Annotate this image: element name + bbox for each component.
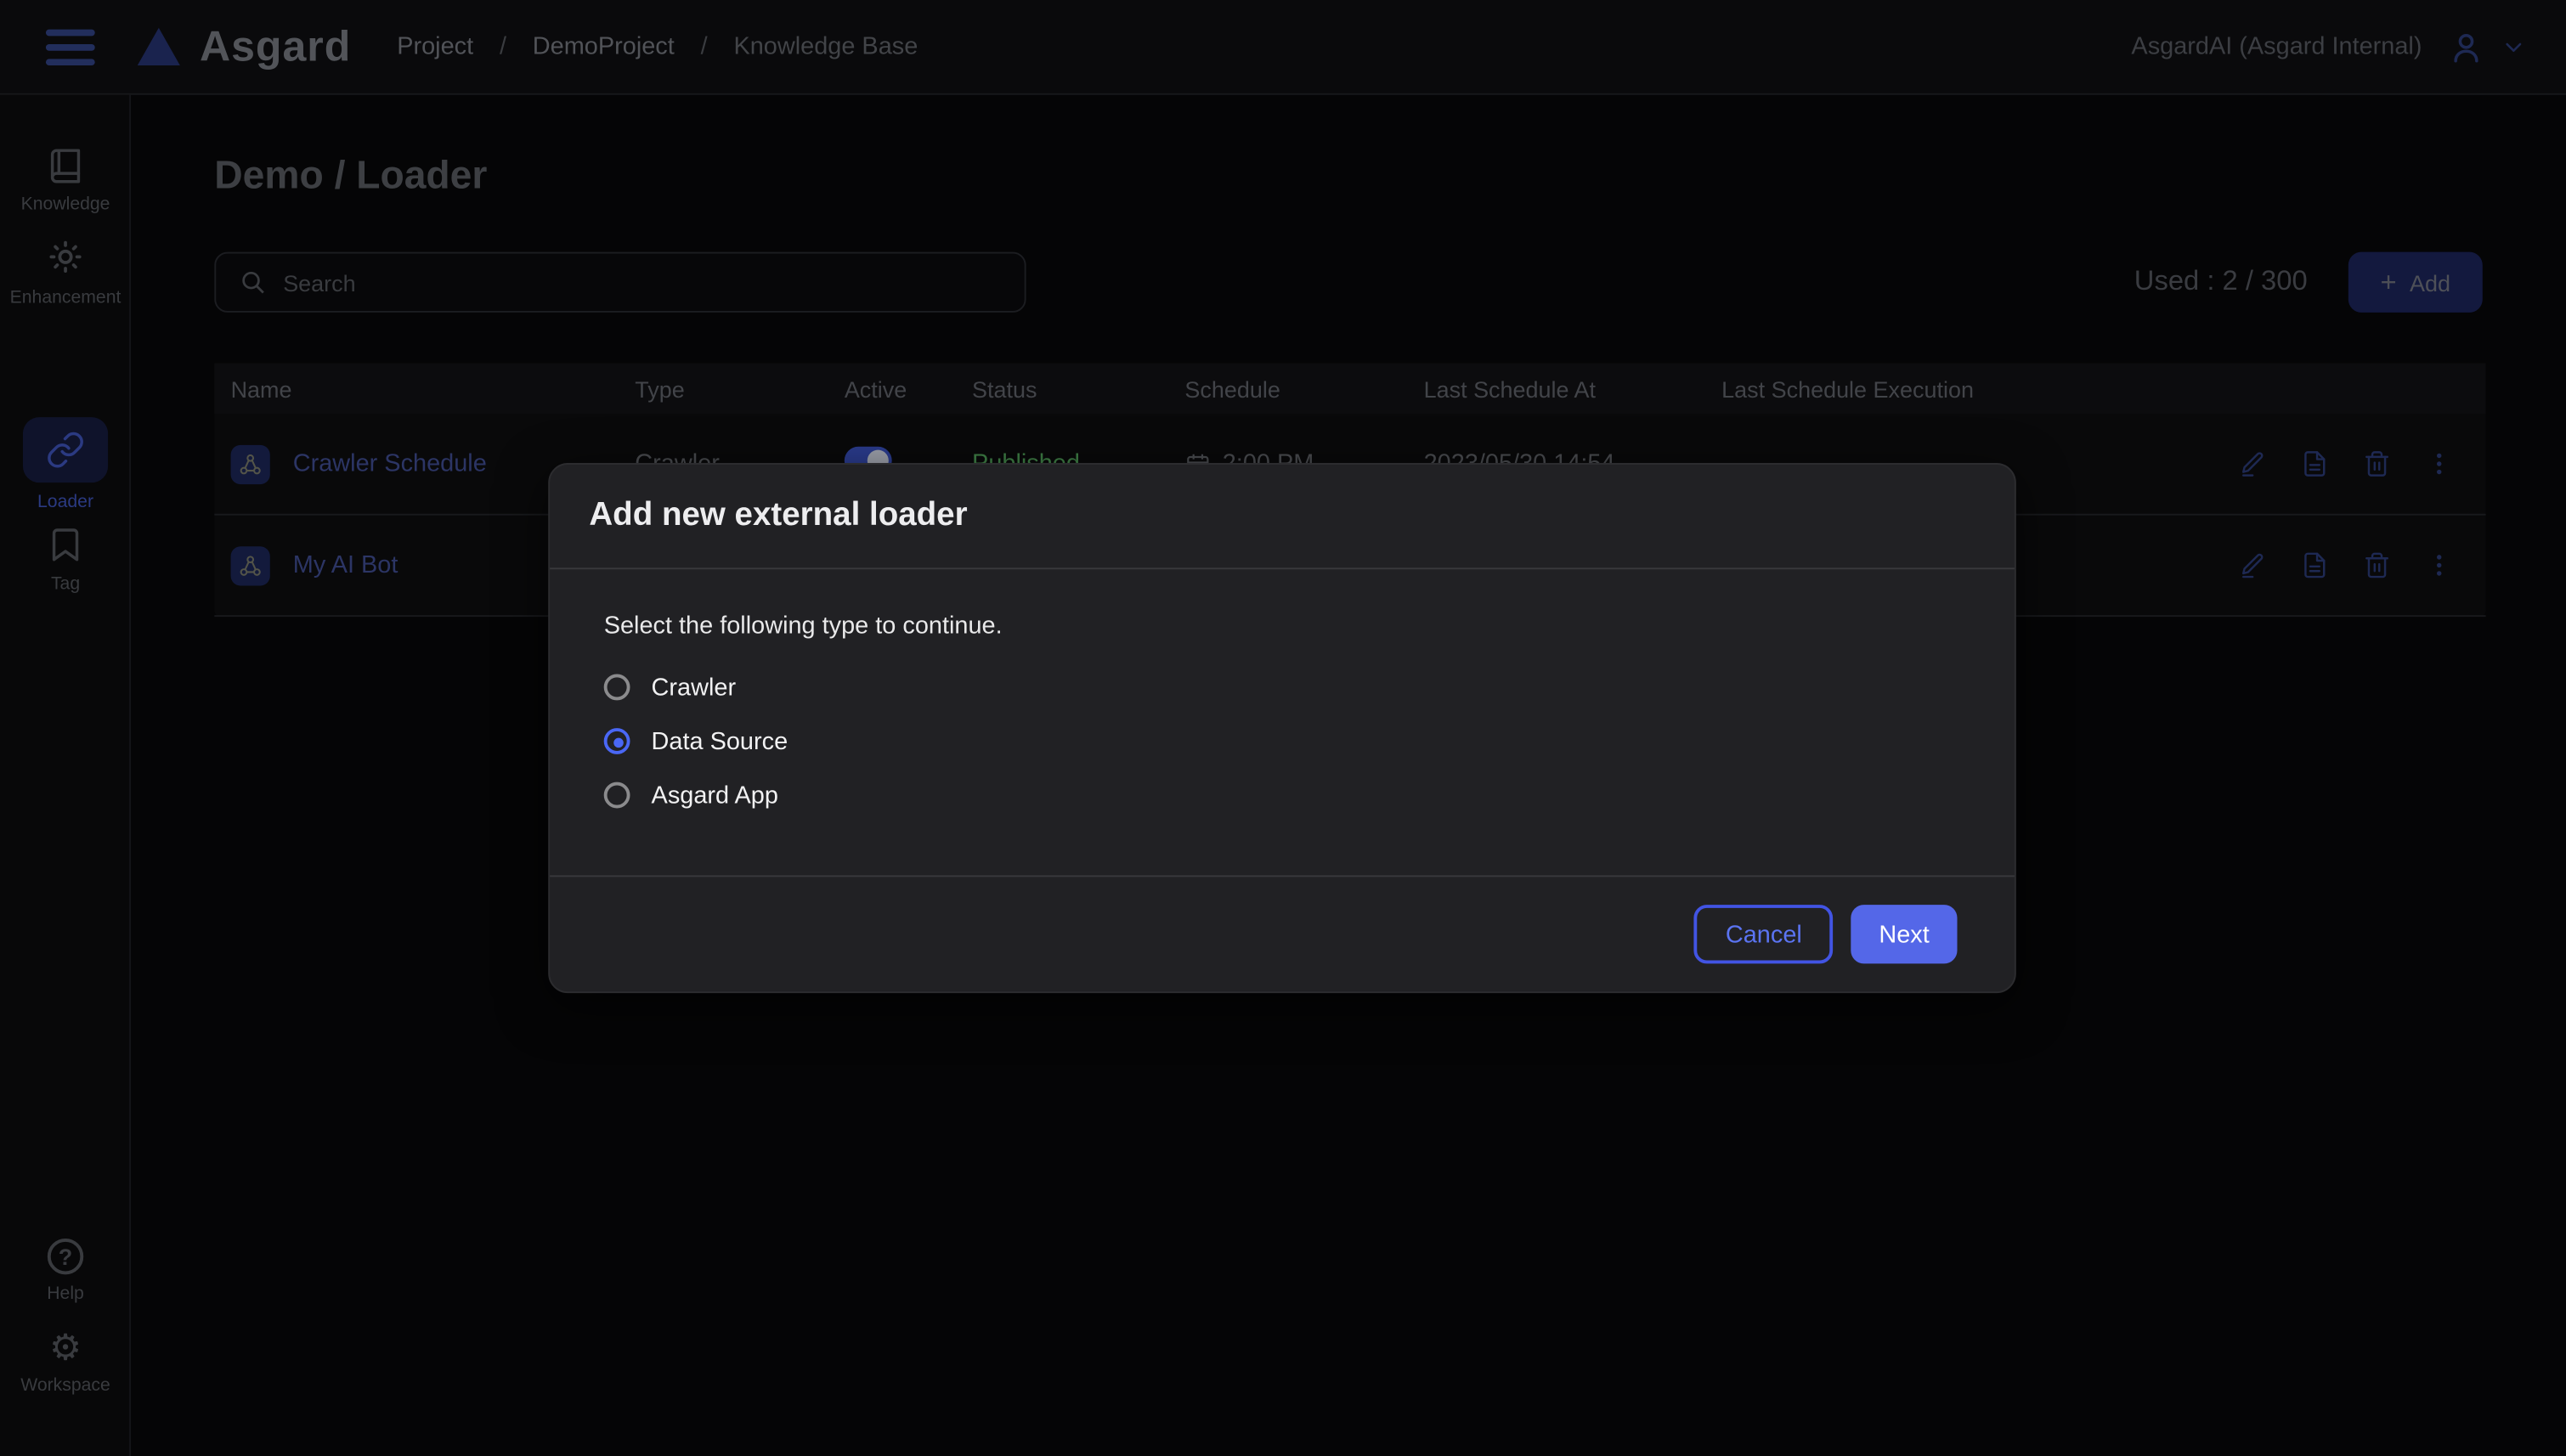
modal-header: Add new external loader <box>550 465 2015 569</box>
radio-option-label: Data Source <box>652 727 788 755</box>
radio-option-crawler[interactable]: Crawler <box>604 671 1961 704</box>
radio-option-label: Asgard App <box>652 782 778 810</box>
modal-body: Select the following type to continue. C… <box>550 569 2015 875</box>
modal-title: Add new external loader <box>589 498 967 535</box>
radio-option-asgard-app[interactable]: Asgard App <box>604 779 1961 812</box>
radio-circle-icon[interactable] <box>604 728 630 754</box>
app-root: Asgard Project / DemoProject / Knowledge… <box>0 0 2566 1456</box>
next-button[interactable]: Next <box>1851 905 1958 963</box>
add-loader-modal: Add new external loader Select the follo… <box>548 463 2016 993</box>
cancel-button[interactable]: Cancel <box>1694 905 1833 963</box>
radio-circle-icon[interactable] <box>604 782 630 809</box>
modal-footer: Cancel Next <box>550 875 2015 991</box>
modal-prompt: Select the following type to continue. <box>604 612 1961 640</box>
radio-option-label: Crawler <box>652 674 737 702</box>
radio-circle-icon[interactable] <box>604 674 630 701</box>
radio-option-data-source[interactable]: Data Source <box>604 725 1961 758</box>
